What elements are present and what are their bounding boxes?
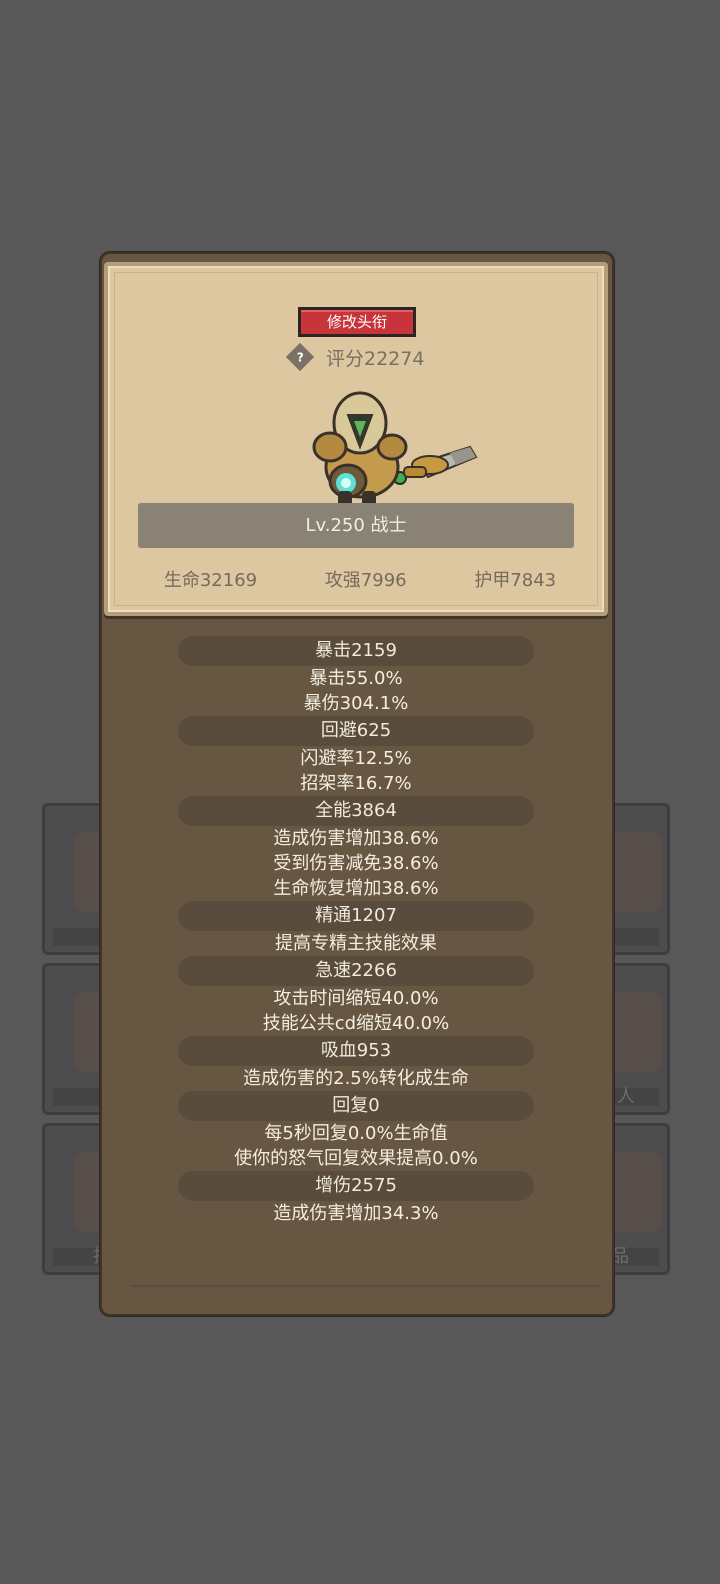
stat-group-regen: 回复0 每5秒回复0.0%生命值 使你的怒气回复效果提高0.0% (170, 1091, 542, 1171)
stat-group-evasion: 回避625 闪避率12.5% 招架率16.7% (170, 716, 542, 796)
base-stats-row: 生命32169 攻强7996 护甲7843 (130, 565, 590, 593)
detailed-stats-list[interactable]: 暴击2159 暴击55.0% 暴伤304.1% 回避625 闪避率12.5% 招… (170, 636, 542, 1226)
stat-line: 技能公共cd缩短40.0% (262, 1013, 450, 1034)
score-row: ? 评分22274 (285, 342, 425, 372)
stat-head: 急速2266 (178, 956, 534, 986)
stat-group-haste: 急速2266 攻击时间缩短40.0% 技能公共cd缩短40.0% (170, 956, 542, 1036)
panel-divider (130, 1285, 600, 1287)
stat-head: 暴击2159 (178, 636, 534, 666)
attack-stat: 攻强7996 (324, 570, 407, 591)
stat-group-crit: 暴击2159 暴击55.0% 暴伤304.1% (170, 636, 542, 716)
stat-line: 受到伤害减免38.6% (273, 853, 439, 874)
score-text: 评分22274 (326, 347, 425, 370)
level-class-bar: Lv.250 战士 (138, 503, 574, 548)
stat-line: 提高专精主技能效果 (275, 933, 437, 954)
stat-line: 生命恢复增加38.6% (273, 878, 439, 899)
warrior-hero-sprite (312, 391, 478, 507)
hp-stat: 生命32169 (163, 570, 258, 591)
stat-head: 回避625 (178, 716, 534, 746)
stat-line: 攻击时间缩短40.0% (273, 988, 439, 1009)
help-icon-glyph: ? (296, 350, 304, 364)
stat-head: 吸血953 (178, 1036, 534, 1066)
stat-group-damage-bonus: 增伤2575 造成伤害增加34.3% (170, 1171, 542, 1226)
stat-line: 招架率16.7% (300, 773, 412, 794)
edit-title-button[interactable]: 修改头衔 (298, 307, 416, 337)
stat-head: 精通1207 (178, 901, 534, 931)
help-icon[interactable]: ? (285, 342, 315, 372)
stat-group-lifesteal: 吸血953 造成伤害的2.5%转化成生命 (170, 1036, 542, 1091)
stat-head: 全能3864 (178, 796, 534, 826)
stat-line: 暴伤304.1% (303, 693, 409, 714)
stat-line: 暴击55.0% (309, 668, 403, 689)
stat-line: 闪避率12.5% (300, 748, 412, 769)
stat-line: 每5秒回复0.0%生命值 (264, 1123, 448, 1144)
stat-head: 回复0 (178, 1091, 534, 1121)
armor-stat: 护甲7843 (474, 570, 557, 591)
stat-line: 造成伤害增加38.6% (273, 828, 439, 849)
stat-group-mastery: 精通1207 提高专精主技能效果 (170, 901, 542, 956)
bg-tile-label: 人 (617, 1086, 635, 1107)
stat-line: 造成伤害的2.5%转化成生命 (243, 1068, 469, 1089)
stat-line: 造成伤害增加34.3% (273, 1203, 439, 1224)
stat-group-versatility: 全能3864 造成伤害增加38.6% 受到伤害减免38.6% 生命恢复增加38.… (170, 796, 542, 901)
stat-line: 使你的怒气回复效果提高0.0% (234, 1148, 478, 1169)
stat-head: 增伤2575 (178, 1171, 534, 1201)
